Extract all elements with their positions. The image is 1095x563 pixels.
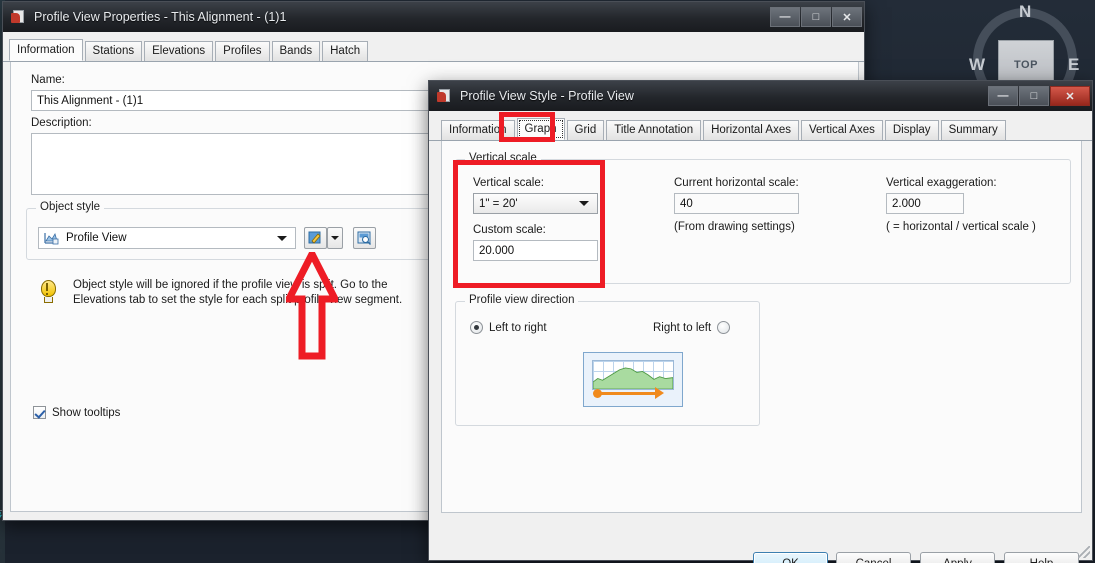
ok-button[interactable]: OK [753,552,828,563]
profile-view-style-body: Information Graph Grid Title Annotation … [429,111,1092,563]
edit-style-button[interactable] [304,227,327,249]
edit-style-dropdown-button[interactable] [327,227,343,249]
vertical-scale-combobox[interactable]: 1" = 20' [473,193,598,214]
object-style-legend: Object style [36,201,105,213]
chevron-down-icon[interactable] [579,201,589,206]
profile-direction-preview [583,352,683,407]
radio-icon[interactable] [470,321,483,334]
profile-view-direction-legend: Profile view direction [465,294,579,306]
left-to-right-label: Left to right [489,321,547,334]
profile-view-style-title: Profile View Style - Profile View [460,89,634,103]
tab-grid[interactable]: Grid [566,120,605,140]
warning-bulb-icon [38,280,60,306]
minimize-button[interactable]: — [770,7,800,27]
description-label: Description: [31,117,92,129]
current-horizontal-scale-value: 40 [674,193,799,214]
tab-display[interactable]: Display [884,120,939,140]
tab-profiles[interactable]: Profiles [215,41,270,61]
minimize-button[interactable]: — [988,86,1018,106]
exaggeration-formula-note: ( = horizontal / vertical scale ) [886,221,1036,233]
vertical-scale-value: 1" = 20' [479,197,518,210]
apply-button[interactable]: Apply [920,552,995,563]
right-to-left-label: Right to left [653,321,712,334]
close-button[interactable]: ✕ [832,7,862,27]
object-style-tip-line-2: Elevations tab to set the style for each… [73,294,403,306]
resize-grip[interactable] [1078,546,1090,558]
tab-bands[interactable]: Bands [271,41,321,61]
direction-arrow-line [596,392,658,395]
vertical-exaggeration-value: 2.000 [886,193,964,214]
application-root: N W E TOP 8+00 8+50 9+00 9+50 10+00 10+5… [0,0,1095,563]
cancel-button[interactable]: Cancel [836,552,911,563]
right-to-left-radio[interactable]: Right to left [653,321,731,334]
profile-view-style-window-controls[interactable]: — □ ✕ [987,86,1090,106]
tab-information[interactable]: Information [9,39,83,61]
show-tooltips-label: Show tooltips [52,406,121,419]
tab-elevations[interactable]: Elevations [144,41,214,61]
object-style-tip-line-1: Object style will be ignored if the prof… [73,279,388,291]
object-style-selected-value: Profile View [66,232,127,244]
vertical-exaggeration-label: Vertical exaggeration: [886,177,997,189]
profile-view-properties-window-controls[interactable]: — □ ✕ [769,7,862,27]
profile-view-style-titlebar[interactable]: Profile View Style - Profile View — □ ✕ [429,81,1092,111]
profile-view-properties-tabstrip[interactable]: Information Stations Elevations Profiles… [3,39,864,62]
profile-view-style-icon [44,231,60,245]
show-tooltips-checkbox[interactable]: Show tooltips [33,406,120,419]
radio-icon[interactable] [717,321,731,334]
maximize-button[interactable]: □ [801,7,831,27]
tab-summary[interactable]: Summary [940,120,1006,140]
tab-vertical-axes[interactable]: Vertical Axes [801,120,883,140]
tab-information[interactable]: Information [441,120,515,140]
custom-scale-label: Custom scale: [473,224,546,236]
left-to-right-radio[interactable]: Left to right [470,321,547,334]
checkbox-icon[interactable] [33,406,46,419]
from-drawing-settings-note: (From drawing settings) [674,221,795,233]
current-horizontal-scale-label: Current horizontal scale: [674,177,799,189]
profile-view-style-tabstrip[interactable]: Information Graph Grid Title Annotation … [429,118,1092,141]
tab-horizontal-axes[interactable]: Horizontal Axes [703,120,799,140]
graph-tab-page: Vertical scale Vertical scale: 1" = 20' … [441,141,1082,513]
profile-view-properties-title: Profile View Properties - This Alignment… [34,10,287,24]
direction-arrow-head [655,387,664,399]
civil3d-app-icon [437,88,453,104]
name-label: Name: [31,74,65,86]
tab-stations[interactable]: Stations [84,41,143,61]
help-button[interactable]: Help [1004,552,1079,563]
preview-grid [592,360,674,390]
tab-title-annotation[interactable]: Title Annotation [606,120,702,140]
tab-hatch[interactable]: Hatch [322,41,369,61]
maximize-button[interactable]: □ [1019,86,1049,106]
profile-view-style-dialog[interactable]: Profile View Style - Profile View — □ ✕ … [428,80,1093,563]
vertical-scale-legend: Vertical scale [465,152,541,164]
vertical-scale-label: Vertical scale: [473,177,544,189]
close-button[interactable]: ✕ [1050,86,1090,106]
direction-arrow-start-dot [593,388,602,398]
chevron-down-icon [331,236,339,240]
tab-graph[interactable]: Graph [516,118,565,140]
civil3d-app-icon [11,9,27,25]
object-style-combobox[interactable]: Profile View [38,227,296,249]
chevron-down-icon[interactable] [277,235,287,241]
profile-view-properties-titlebar[interactable]: Profile View Properties - This Alignment… [3,2,864,32]
custom-scale-input[interactable]: 20.000 [473,240,598,261]
preview-style-button[interactable] [353,227,376,249]
